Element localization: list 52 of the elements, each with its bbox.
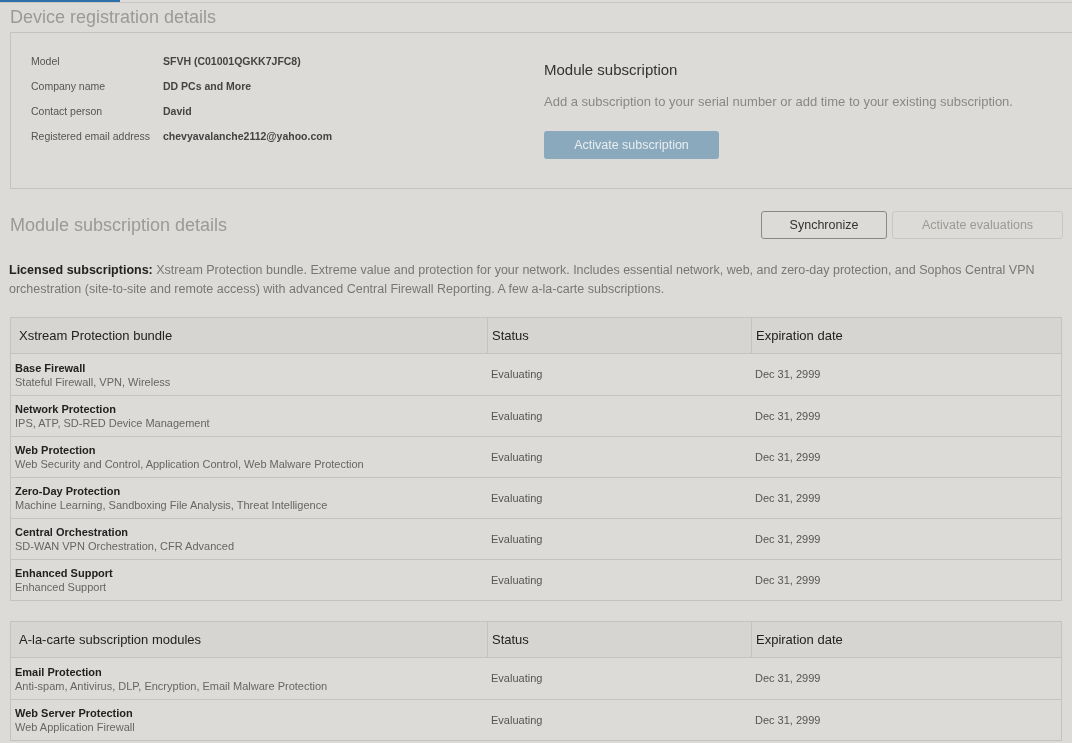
field-label: Company name — [31, 78, 107, 94]
module-name: Base Firewall — [15, 360, 87, 375]
module-description: IPS, ATP, SD-RED Device Management — [15, 416, 211, 430]
licensed-subscriptions-text: Licensed subscriptions: Xstream Protection bundle. Extreme value and protection for your network. Includes essential network, web, and zero-day protection, and Sophos Central VPN orchestration (site-to-site and remote access) with advanced Central Firewall Reporting. A few a-la-carte subscriptions. — [8, 262, 1036, 298]
field-value: David — [163, 103, 192, 119]
expiration-cell-text: Dec 31, 2999 — [755, 367, 821, 383]
module-name: Web Protection — [15, 443, 97, 457]
expiration-cell-text: Dec 31, 2999 — [755, 531, 821, 547]
status-cell-text: Evaluating — [491, 712, 543, 728]
status-cell-text: Evaluating — [491, 572, 543, 588]
expiration-cell-text: Dec 31, 2999 — [755, 408, 821, 424]
module-name: Network Protection — [15, 402, 117, 416]
module-subscription-text: Add a subscription to your serial number or add time to your existing subscription. — [544, 92, 1013, 111]
module-description: Web Security and Control, Application Control, Web Malware Protection — [15, 457, 365, 471]
field-label: Model — [31, 53, 61, 69]
column-header: Status — [487, 622, 751, 657]
column-header: A-la-carte subscription modules — [18, 630, 203, 649]
synchronize-button[interactable]: Synchronize — [761, 211, 887, 239]
module-name: Email Protection — [15, 664, 103, 679]
module-description: SD-WAN VPN Orchestration, CFR Advanced — [15, 539, 236, 553]
module-subscription-title: Module subscription — [544, 60, 678, 80]
expiration-cell-text: Dec 31, 2999 — [755, 671, 821, 687]
field-label: Registered email address — [31, 128, 152, 144]
status-cell-text: Evaluating — [491, 408, 543, 424]
expiration-cell-text: Dec 31, 2999 — [755, 712, 821, 728]
expiration-cell-text: Dec 31, 2999 — [755, 572, 821, 588]
column-header: Expiration date — [751, 622, 1061, 657]
section-title: Module subscription details — [10, 213, 228, 237]
module-name: Web Server Protection — [15, 706, 134, 720]
status-cell-text: Evaluating — [491, 490, 543, 506]
module-description: Anti-spam, Antivirus, DLP, Encryption, Email Malware Protection — [15, 678, 329, 693]
status-cell-text: Evaluating — [491, 531, 543, 547]
status-cell-text: Evaluating — [491, 449, 543, 465]
expiration-cell-text: Dec 31, 2999 — [755, 449, 821, 465]
module-name: Enhanced Support — [15, 566, 114, 580]
field-value: chevyavalanche2112@yahoo.com — [163, 128, 332, 144]
column-header: Expiration date — [751, 318, 1061, 353]
status-cell-text: Evaluating — [491, 367, 543, 383]
module-description: Machine Learning, Sandboxing File Analysis, Threat Intelligence — [15, 498, 329, 512]
status-cell-text: Evaluating — [491, 671, 543, 687]
module-name: Zero-Day Protection — [15, 484, 122, 498]
section-title: Device registration details — [10, 6, 217, 29]
expiration-cell-text: Dec 31, 2999 — [755, 490, 821, 506]
field-value: SFVH (C01001QGKK7JFC8) — [163, 53, 301, 69]
field-value: DD PCs and More — [163, 78, 252, 94]
column-header: Xstream Protection bundle — [18, 326, 174, 345]
module-description: Web Application Firewall — [15, 720, 136, 734]
module-name: Central Orchestration — [15, 525, 130, 539]
column-header: Status — [487, 318, 751, 353]
module-description: Stateful Firewall, VPN, Wireless — [15, 374, 172, 389]
field-label: Contact person — [31, 103, 104, 119]
module-description: Enhanced Support — [15, 580, 108, 594]
